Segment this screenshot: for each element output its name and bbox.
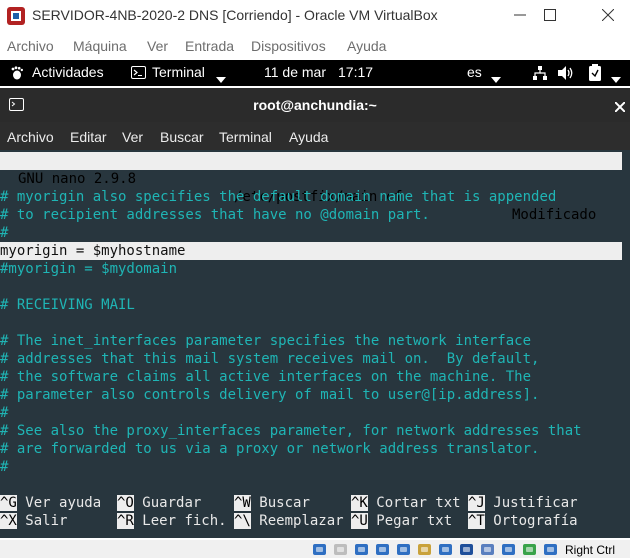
globe-icon[interactable] [522, 542, 537, 557]
nano-shortcut[interactable]: ^R Leer fich. [117, 512, 227, 530]
shortcut-label: Ortografía [493, 513, 578, 529]
nano-line: # [0, 405, 9, 421]
vbox-menu-dispositivos[interactable]: Dispositivos [251, 38, 326, 54]
terminal-screen[interactable]: GNU nano 2.9.8 /etc/postfix/main.cf Modi… [0, 150, 630, 538]
close-button[interactable] [586, 2, 630, 28]
nano-shortcut[interactable]: ^O Guardar [117, 494, 201, 512]
shortcut-label: Ver ayuda [25, 495, 102, 511]
vbox-menu-ayuda[interactable]: Ayuda [347, 38, 386, 54]
terminal-headerbar: root@anchundia:~ [0, 88, 630, 122]
nano-line: # the software claims all active interfa… [0, 369, 532, 385]
shortcut-key: ^K [351, 495, 368, 511]
term-menu-editar[interactable]: Editar [70, 129, 107, 145]
optical-drive-icon[interactable] [333, 542, 348, 557]
clock-time[interactable]: 17:17 [338, 64, 373, 80]
nano-line: # RECEIVING MAIL [0, 297, 135, 313]
shortcut-label: Justificar [493, 495, 578, 511]
nano-line: # myorigin also specifies the default do… [0, 189, 557, 205]
terminal-menubar: Archivo Editar Ver Buscar Terminal Ayuda [0, 122, 630, 150]
battery-icon[interactable] [588, 64, 602, 85]
shortcut-key: ^\ [234, 513, 251, 529]
window-title: SERVIDOR-4NB-2020-2 DNS [Corriendo] - Or… [32, 7, 438, 23]
vbox-menu-entrada[interactable]: Entrada [185, 38, 234, 54]
virtualbox-app-icon [6, 6, 26, 26]
shortcut-label: Pegar txt [376, 513, 453, 529]
nano-shortcut[interactable]: ^K Cortar txt [351, 494, 461, 512]
nano-line: # parameter also controls delivery of ma… [0, 387, 540, 403]
gnome-top-bar: Actividades Terminal 11 de mar 17:17 es [0, 60, 630, 86]
shortcut-key: ^R [117, 513, 134, 529]
terminal-title: root@anchundia:~ [253, 97, 377, 113]
vbox-titlebar: SERVIDOR-4NB-2020-2 DNS [Corriendo] - Or… [0, 0, 630, 32]
maximize-button[interactable] [528, 2, 572, 28]
shortcut-key: ^G [0, 495, 17, 511]
vbox-menu-archivo[interactable]: Archivo [7, 38, 54, 54]
recording-icon[interactable] [480, 542, 495, 557]
shortcut-key: ^X [0, 513, 17, 529]
nano-line: # [0, 225, 9, 241]
term-menu-ayuda[interactable]: Ayuda [289, 129, 328, 145]
shortcut-label: Reemplazar [259, 513, 344, 529]
shortcut-key: ^O [117, 495, 134, 511]
activities-button[interactable]: Actividades [32, 64, 104, 80]
nano-line: # See also the proxy_interfaces paramete… [0, 423, 582, 439]
display-icon[interactable] [438, 542, 453, 557]
nano-shortcut[interactable]: ^T Ortografía [468, 512, 578, 530]
nano-header: GNU nano 2.9.8 /etc/postfix/main.cf Modi… [0, 152, 622, 223]
terminal-app-icon [131, 65, 146, 83]
nano-shortcut[interactable]: ^\ Reemplazar [234, 512, 344, 530]
shortcut-key: ^J [468, 495, 485, 511]
keyboard-capture-icon[interactable] [543, 542, 558, 557]
vbox-menu-maquina[interactable]: Máquina [73, 38, 127, 54]
term-menu-buscar[interactable]: Buscar [160, 129, 204, 145]
nano-version: GNU nano 2.9.8 [18, 171, 137, 187]
nano-shortcut[interactable]: ^G Ver ayuda [0, 494, 101, 512]
chevron-down-icon [216, 70, 226, 86]
hard-disk-icon[interactable] [312, 542, 327, 557]
keyboard-language[interactable]: es [467, 64, 482, 80]
host-key-label: Right Ctrl [565, 543, 616, 557]
app-menu-terminal[interactable]: Terminal [152, 64, 205, 80]
term-menu-archivo[interactable]: Archivo [7, 129, 54, 145]
video-capture-icon[interactable] [459, 542, 474, 557]
nano-line: # addresses that this mail system receiv… [0, 351, 540, 367]
vbox-menu-ver[interactable]: Ver [147, 38, 168, 54]
chevron-down-icon [491, 70, 501, 86]
nano-line: # The inet_interfaces parameter specifie… [0, 333, 532, 349]
audio-icon[interactable] [354, 542, 369, 557]
nano-shortcut[interactable]: ^J Justificar [468, 494, 578, 512]
shortcut-key: ^W [234, 495, 251, 511]
nano-line: #myorigin = $mydomain [0, 261, 178, 277]
nano-line: myorigin = $myhostname [0, 242, 622, 260]
network-adapter-icon[interactable] [375, 542, 390, 557]
network-icon[interactable] [532, 65, 548, 84]
shortcut-label: Leer fich. [142, 513, 227, 529]
shortcut-label: Guardar [142, 495, 202, 511]
term-menu-terminal[interactable]: Terminal [219, 129, 272, 145]
shortcut-label: Salir [25, 513, 68, 529]
chevron-down-icon [611, 70, 621, 86]
nano-shortcut[interactable]: ^U Pegar txt [351, 512, 452, 530]
nano-line: # to recipient addresses that have no @d… [0, 207, 430, 223]
shortcut-key: ^U [351, 513, 368, 529]
shortcut-key: ^T [468, 513, 485, 529]
nano-line: # [0, 459, 9, 475]
volume-icon[interactable] [557, 65, 575, 84]
clock-date[interactable]: 11 de mar [264, 64, 326, 80]
nano-shortcut[interactable]: ^X Salir [0, 512, 67, 530]
shared-folder-icon[interactable] [417, 542, 432, 557]
shortcut-label: Cortar txt [376, 495, 461, 511]
vbox-statusbar: Right Ctrl [0, 540, 630, 558]
nano-line: # are forwarded to us via a proxy or net… [0, 441, 540, 457]
gnome-foot-icon [10, 66, 24, 83]
nano-modified-state: Modificado [512, 207, 597, 223]
shortcut-label: Buscar [259, 495, 310, 511]
term-menu-ver[interactable]: Ver [122, 129, 143, 145]
usb-icon[interactable] [396, 542, 411, 557]
cpu-indicator-icon[interactable] [501, 542, 516, 557]
terminal-close-icon[interactable] [614, 99, 626, 117]
vbox-menubar: Archivo Máquina Ver Entrada Dispositivos… [0, 34, 630, 58]
nano-shortcut[interactable]: ^W Buscar [234, 494, 310, 512]
